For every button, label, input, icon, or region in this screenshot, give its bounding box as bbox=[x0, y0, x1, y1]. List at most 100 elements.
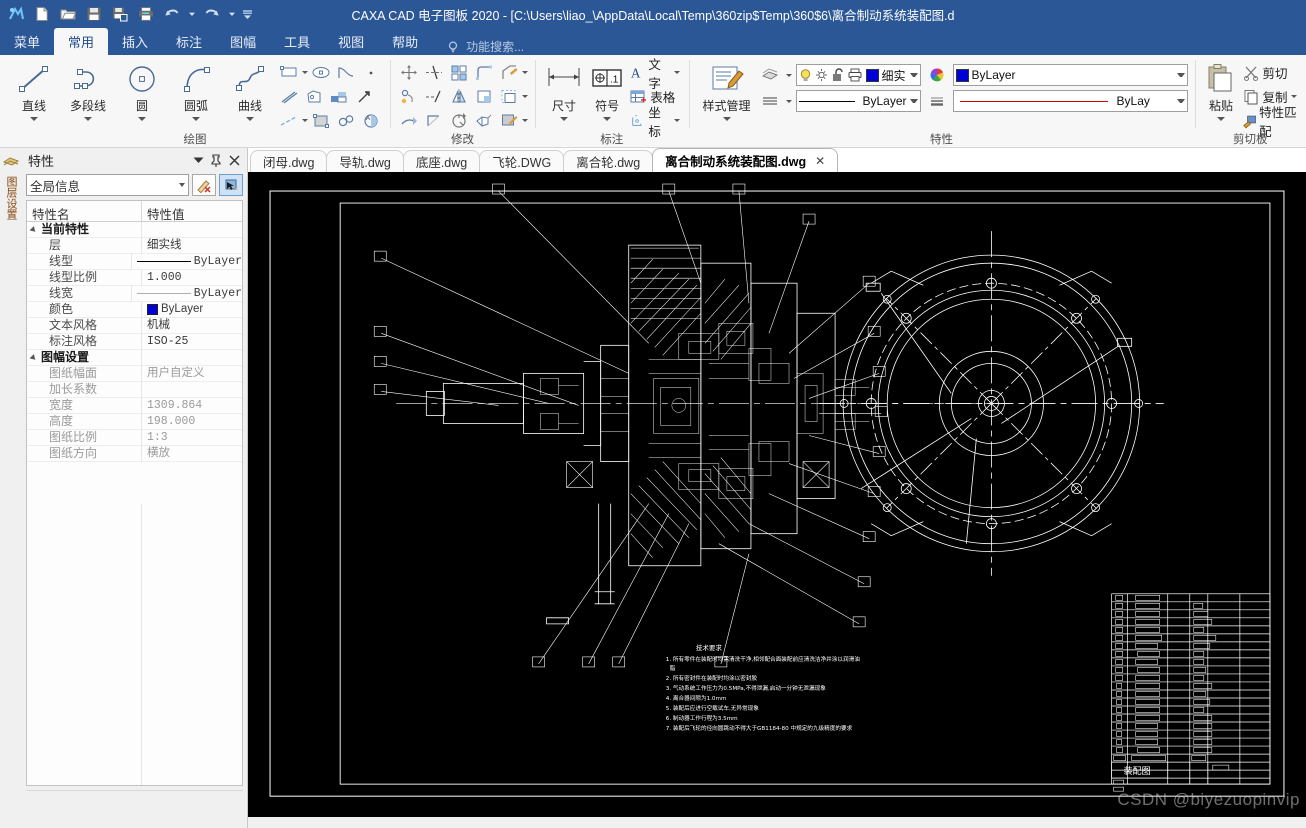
panel-dropdown-icon[interactable] bbox=[189, 151, 207, 169]
layer-control[interactable]: 细实 bbox=[795, 64, 921, 86]
linetype-dropdown-icon[interactable] bbox=[909, 99, 918, 103]
hole-icon[interactable] bbox=[327, 86, 351, 108]
rectangle-dropdown-icon[interactable] bbox=[302, 71, 308, 74]
redo-icon[interactable] bbox=[200, 2, 224, 26]
pin-icon[interactable] bbox=[207, 151, 225, 169]
lineweight-dropdown-icon[interactable] bbox=[1176, 99, 1185, 103]
local-enlarge-icon[interactable]: A bbox=[359, 110, 383, 132]
table-row[interactable]: 线型 ByLayer bbox=[27, 254, 242, 270]
match-properties-button[interactable]: 特性匹配 bbox=[1241, 106, 1300, 139]
paste-dropdown-icon[interactable] bbox=[1217, 117, 1225, 121]
gear-icon[interactable] bbox=[334, 110, 358, 132]
style-manager-button[interactable]: 样式管理 bbox=[696, 60, 758, 121]
layer-properties-icon[interactable] bbox=[758, 64, 782, 86]
rectangle-icon[interactable] bbox=[277, 62, 301, 84]
text-button[interactable]: A 文字 bbox=[628, 58, 681, 91]
table-row[interactable]: 文本风格 机械 bbox=[27, 318, 242, 334]
polygon-icon[interactable] bbox=[302, 86, 326, 108]
draw-polyline-dropdown-icon[interactable] bbox=[84, 117, 92, 121]
doc-tab-assembly[interactable]: 离合制动系统装配图.dwg ✕ bbox=[652, 148, 839, 172]
doc-tab-daogui[interactable]: 导轨.dwg bbox=[326, 150, 404, 172]
draw-arc-dropdown-icon[interactable] bbox=[192, 117, 200, 121]
color-dropdown-icon[interactable] bbox=[1176, 73, 1185, 77]
save-as-icon[interactable] bbox=[108, 2, 132, 26]
doc-tab-feilun[interactable]: 飞轮.DWG bbox=[479, 150, 565, 172]
save-icon[interactable] bbox=[82, 2, 106, 26]
ribbon-tab-insert[interactable]: 插入 bbox=[108, 28, 162, 55]
ribbon-tab-view[interactable]: 视图 bbox=[324, 28, 378, 55]
customize-qat-icon[interactable] bbox=[240, 2, 254, 26]
table-row[interactable]: 线型比例 1.000 bbox=[27, 270, 242, 286]
table-row[interactable]: 标注风格 ISO-25 bbox=[27, 334, 242, 350]
edit-hatch-dropdown-icon[interactable] bbox=[522, 119, 528, 122]
symbol-dropdown-icon[interactable] bbox=[603, 117, 612, 121]
pick-selection-button[interactable] bbox=[219, 174, 243, 196]
draw-spline-button[interactable]: 曲线 bbox=[223, 60, 277, 121]
table-row[interactable]: 图纸比例 1:3 bbox=[27, 430, 242, 446]
doc-tab-hehelun[interactable]: 离合轮.dwg bbox=[563, 150, 654, 172]
table-row[interactable]: 图纸方向 横放 bbox=[27, 446, 242, 462]
side-dock-label[interactable]: 图层设置 bbox=[3, 176, 19, 220]
scale-icon[interactable] bbox=[447, 110, 471, 132]
point-icon[interactable] bbox=[359, 62, 383, 84]
table-row[interactable]: 加长系数 bbox=[27, 382, 242, 398]
properties-scope-select[interactable]: 全局信息 bbox=[26, 174, 189, 196]
layer-settings-dock-icon[interactable] bbox=[2, 154, 20, 172]
dimension-button[interactable]: 尺寸 bbox=[542, 60, 586, 121]
chamfer-icon[interactable] bbox=[497, 62, 521, 84]
linetype-control[interactable]: ByLayer bbox=[795, 90, 921, 112]
table-row[interactable]: 层 细实线 bbox=[27, 238, 242, 254]
centerline-dropdown-icon[interactable] bbox=[302, 119, 308, 122]
draw-spline-dropdown-icon[interactable] bbox=[246, 117, 254, 121]
ribbon-tab-help[interactable]: 帮助 bbox=[378, 28, 432, 55]
redo-dropdown-icon[interactable] bbox=[226, 2, 238, 26]
new-file-icon[interactable] bbox=[30, 2, 54, 26]
mirror-icon[interactable] bbox=[447, 86, 471, 108]
table-row[interactable]: 图纸幅面 用户自定义 bbox=[27, 366, 242, 382]
chamfer-dropdown-icon[interactable] bbox=[522, 71, 528, 74]
clear-selection-button[interactable] bbox=[192, 174, 216, 196]
move-icon[interactable] bbox=[397, 62, 421, 84]
open-folder-icon[interactable] bbox=[56, 2, 80, 26]
ellipse-icon[interactable] bbox=[309, 62, 333, 84]
parabola-icon[interactable] bbox=[334, 62, 358, 84]
layer-properties-dropdown-icon[interactable] bbox=[785, 73, 792, 77]
text-dropdown-icon[interactable] bbox=[673, 71, 680, 74]
table-row[interactable]: 颜色 ByLayer bbox=[27, 302, 242, 318]
undo-icon[interactable] bbox=[160, 2, 184, 26]
copy-dropdown-icon[interactable] bbox=[1290, 95, 1297, 98]
property-group-current[interactable]: 当前特性 bbox=[27, 222, 242, 238]
sun-icon[interactable] bbox=[815, 68, 828, 82]
trim-icon[interactable] bbox=[422, 62, 446, 84]
ribbon-tab-annotate[interactable]: 标注 bbox=[162, 28, 216, 55]
lineweight-manager-icon[interactable] bbox=[925, 90, 949, 112]
ribbon-tab-sheet[interactable]: 图幅 bbox=[216, 28, 270, 55]
array-icon[interactable] bbox=[447, 62, 471, 84]
layer-dropdown-icon[interactable] bbox=[909, 73, 918, 77]
table-row[interactable]: 线宽 ByLayer bbox=[27, 286, 242, 302]
coordinate-button[interactable]: 坐标 bbox=[628, 106, 681, 139]
corner-icon[interactable] bbox=[472, 62, 496, 84]
property-group-sheet[interactable]: 图幅设置 bbox=[27, 350, 242, 366]
extend-icon[interactable] bbox=[422, 86, 446, 108]
offset-dropdown-icon[interactable] bbox=[522, 95, 528, 98]
doc-tab-dizuo[interactable]: 底座.dwg bbox=[402, 150, 481, 172]
feature-search[interactable]: 功能搜索... bbox=[446, 38, 524, 55]
doc-tab-close-icon[interactable]: ✕ bbox=[815, 154, 825, 168]
table-row[interactable]: 宽度 1309.864 bbox=[27, 398, 242, 414]
draw-circle-button[interactable]: 圆 bbox=[115, 60, 169, 121]
draw-circle-dropdown-icon[interactable] bbox=[138, 117, 146, 121]
hatch-icon[interactable] bbox=[309, 110, 333, 132]
lineweight-control[interactable]: ByLay bbox=[952, 90, 1188, 112]
linetype-manager-icon[interactable] bbox=[758, 90, 782, 112]
app-logo-icon[interactable] bbox=[4, 2, 28, 26]
print-icon[interactable] bbox=[134, 2, 158, 26]
double-line-icon[interactable] bbox=[277, 86, 301, 108]
cut-button[interactable]: 剪切 bbox=[1241, 61, 1300, 84]
ribbon-tab-common[interactable]: 常用 bbox=[54, 28, 109, 55]
ribbon-tab-tools[interactable]: 工具 bbox=[270, 28, 324, 55]
close-icon[interactable] bbox=[225, 151, 243, 169]
offset-icon[interactable] bbox=[497, 86, 521, 108]
dimension-dropdown-icon[interactable] bbox=[560, 117, 569, 121]
fillet-icon[interactable] bbox=[472, 86, 496, 108]
